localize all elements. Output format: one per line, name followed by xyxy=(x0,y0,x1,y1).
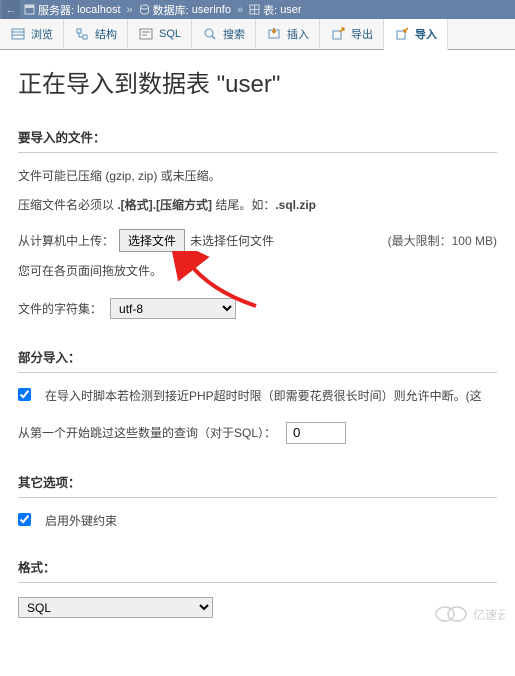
export-icon xyxy=(330,26,346,42)
breadcrumb-table[interactable]: 表: user xyxy=(245,2,306,18)
section-title-file: 要导入的文件： xyxy=(18,127,497,153)
section-title-format: 格式： xyxy=(18,557,497,583)
tab-label: 浏览 xyxy=(31,26,53,42)
allow-interrupt-checkbox[interactable] xyxy=(18,388,31,401)
server-icon xyxy=(24,4,35,15)
page-title: 正在导入到数据表 "user" xyxy=(18,64,497,99)
tabs: 浏览 结构 SQL 搜索 插入 导出 导入 xyxy=(0,19,515,50)
upload-label: 从计算机中上传： xyxy=(18,232,114,249)
tab-label: 插入 xyxy=(287,26,309,42)
section-format: 格式： SQL xyxy=(18,557,497,618)
tab-label: 结构 xyxy=(95,26,117,42)
back-button[interactable]: ← xyxy=(2,0,20,19)
table-icon xyxy=(249,4,260,15)
no-file-label: 未选择任何文件 xyxy=(190,232,274,249)
breadcrumb: ← 服务器: localhost » 数据库: userinfo » 表: us… xyxy=(0,0,515,19)
allow-interrupt-row: 在导入时脚本若检测到接近PHP超时时限（即需要花费很长时间）则允许中断。(这 xyxy=(18,387,497,404)
fk-row: 启用外键约束 xyxy=(18,512,497,529)
tab-insert[interactable]: 插入 xyxy=(256,19,320,49)
charset-select[interactable]: utf-8 xyxy=(110,298,236,319)
database-icon xyxy=(139,4,150,15)
drag-hint: 您可在各页面间拖放文件。 xyxy=(18,262,497,281)
breadcrumb-table-label: 表: xyxy=(263,2,277,18)
fk-checkbox[interactable] xyxy=(18,513,31,526)
charset-row: 文件的字符集： utf-8 xyxy=(18,298,497,319)
tab-structure[interactable]: 结构 xyxy=(64,19,128,49)
breadcrumb-db-value: userinfo xyxy=(192,4,231,16)
tab-import[interactable]: 导入 xyxy=(384,19,448,50)
insert-icon xyxy=(266,26,282,42)
compress-hint: 文件可能已压缩 (gzip, zip) 或未压缩。 xyxy=(18,167,497,186)
breadcrumb-server-value: localhost xyxy=(77,4,120,16)
breadcrumb-table-value: user xyxy=(280,4,301,16)
watermark: 亿速云 xyxy=(435,602,505,626)
tab-label: 导出 xyxy=(351,26,373,42)
section-partial: 部分导入： 在导入时脚本若检测到接近PHP超时时限（即需要花费很长时间）则允许中… xyxy=(18,347,497,444)
section-other: 其它选项： 启用外键约束 xyxy=(18,472,497,529)
tab-browse[interactable]: 浏览 xyxy=(0,19,64,49)
tab-label: 搜索 xyxy=(223,26,245,42)
breadcrumb-server[interactable]: 服务器: localhost xyxy=(20,2,125,18)
max-limit-label: (最大限制：100 MB) xyxy=(388,232,497,249)
tab-label: SQL xyxy=(159,28,181,40)
tab-export[interactable]: 导出 xyxy=(320,19,384,49)
browse-icon xyxy=(10,26,26,42)
allow-interrupt-label: 在导入时脚本若检测到接近PHP超时时限（即需要花费很长时间）则允许中断。(这 xyxy=(45,387,482,404)
upload-row: 从计算机中上传： 选择文件 未选择任何文件 (最大限制：100 MB) xyxy=(18,229,497,252)
section-title-other: 其它选项： xyxy=(18,472,497,498)
breadcrumb-separator: » xyxy=(235,4,245,16)
tab-search[interactable]: 搜索 xyxy=(192,19,256,49)
sql-icon xyxy=(138,26,154,42)
choose-file-button[interactable]: 选择文件 xyxy=(119,229,185,252)
tab-sql[interactable]: SQL xyxy=(128,19,192,49)
import-icon xyxy=(394,26,410,42)
structure-icon xyxy=(74,26,90,42)
breadcrumb-server-label: 服务器: xyxy=(38,2,74,18)
section-file: 要导入的文件： 文件可能已压缩 (gzip, zip) 或未压缩。 压缩文件名必… xyxy=(18,127,497,319)
search-icon xyxy=(202,26,218,42)
breadcrumb-separator: » xyxy=(125,4,135,16)
skip-input[interactable] xyxy=(286,422,346,444)
skip-row: 从第一个开始跳过这些数量的查询（对于SQL）： xyxy=(18,422,497,444)
charset-label: 文件的字符集： xyxy=(18,300,102,317)
fk-label: 启用外键约束 xyxy=(45,512,117,529)
svg-text:亿速云: 亿速云 xyxy=(473,607,505,622)
tab-label: 导入 xyxy=(415,26,437,42)
format-select[interactable]: SQL xyxy=(18,597,213,618)
filename-hint: 压缩文件名必须以 .[格式].[压缩方式] 结尾。如：.sql.zip xyxy=(18,196,497,215)
breadcrumb-db-label: 数据库: xyxy=(153,2,189,18)
section-title-partial: 部分导入： xyxy=(18,347,497,373)
breadcrumb-database[interactable]: 数据库: userinfo xyxy=(135,2,235,18)
skip-label: 从第一个开始跳过这些数量的查询（对于SQL）： xyxy=(18,424,276,441)
main-content: 正在导入到数据表 "user" 要导入的文件： 文件可能已压缩 (gzip, z… xyxy=(0,50,515,632)
